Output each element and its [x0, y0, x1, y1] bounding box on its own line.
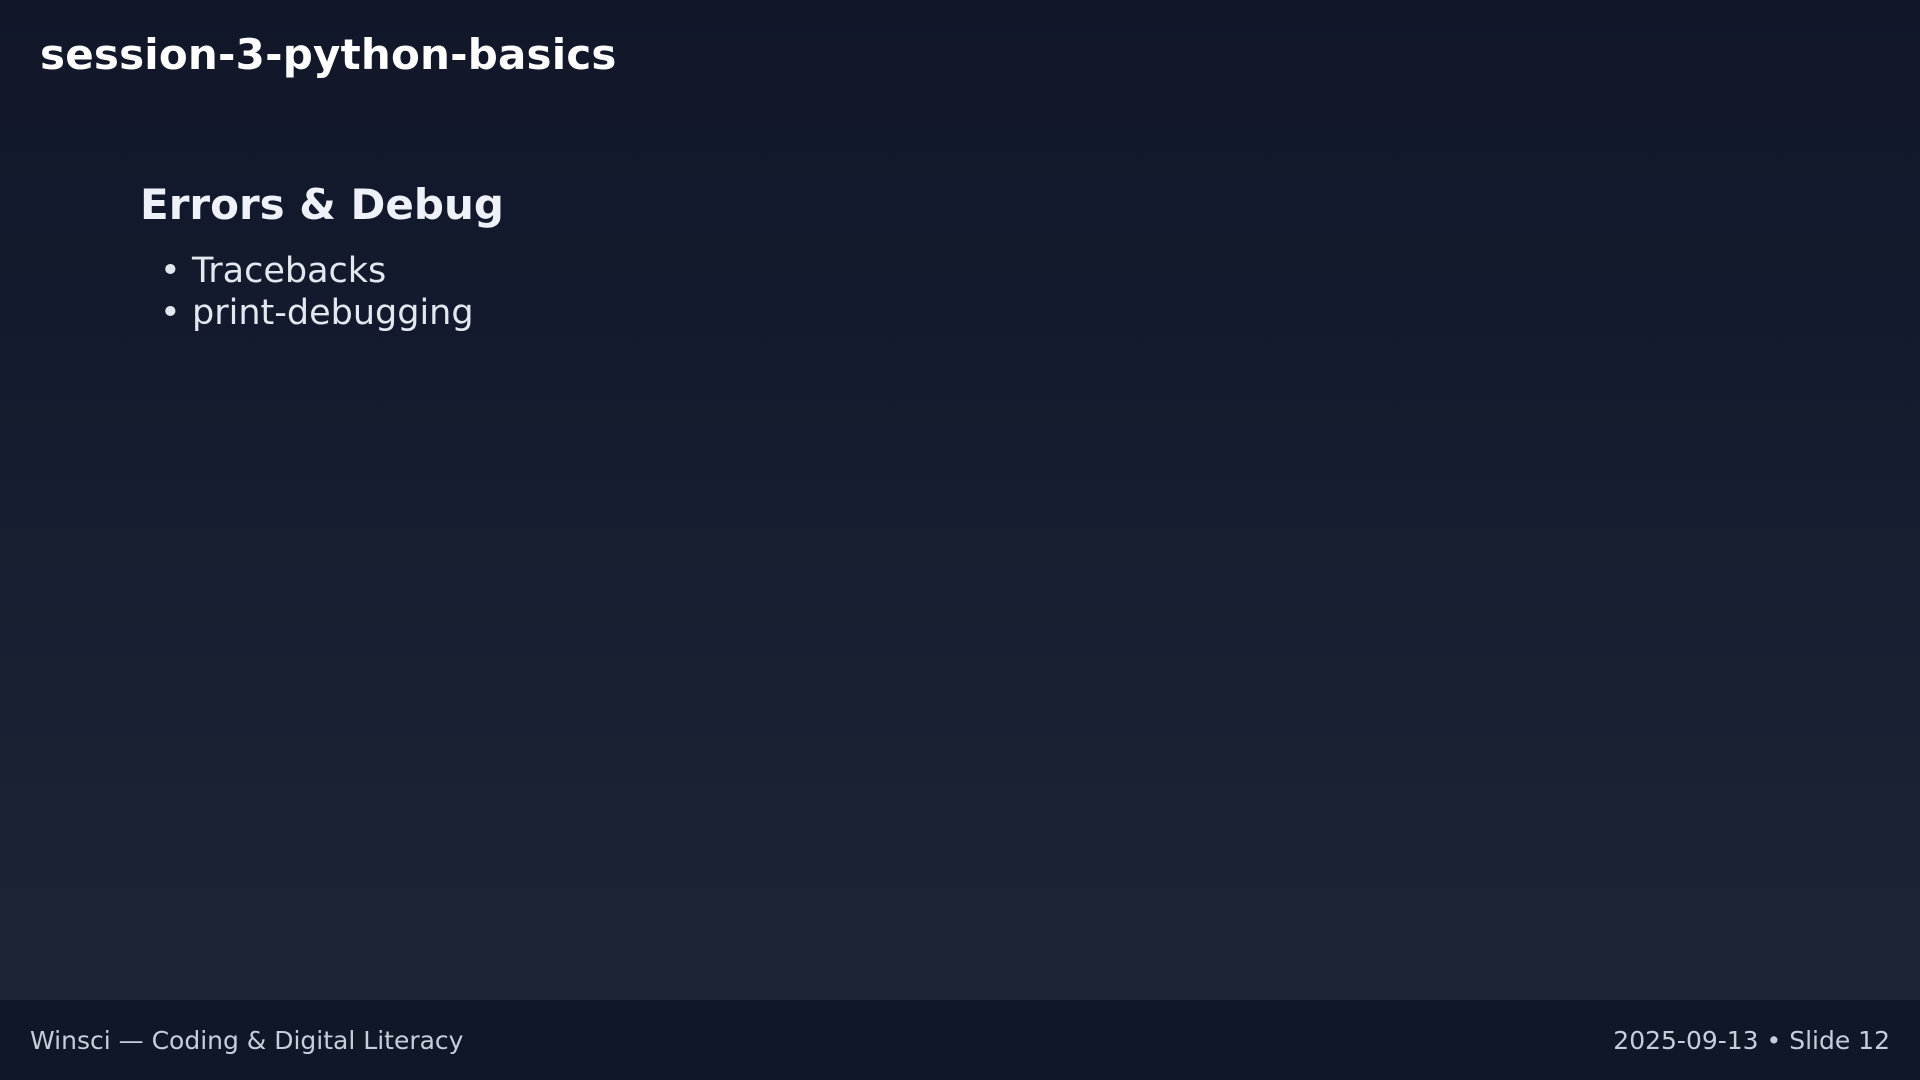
deck-title: session-3-python-basics — [40, 30, 617, 79]
bullet-item: • print-debugging — [160, 292, 1740, 334]
slide-heading: Errors & Debug — [140, 180, 504, 229]
slide-content: Errors & Debug • Tracebacks • print-debugg… — [140, 180, 1740, 334]
footer-course-name: Winsci — Coding & Digital Literacy — [30, 1025, 464, 1055]
bullet-list: • Tracebacks • print-debugging — [140, 250, 1740, 334]
slide-footer: Winsci — Coding & Digital Literacy 2025-… — [0, 1000, 1920, 1080]
bullet-text: print-debugging — [192, 293, 474, 334]
footer-date-slide-number: 2025-09-13 • Slide 12 — [1613, 1025, 1890, 1055]
bullet-text: Tracebacks — [192, 251, 387, 292]
bullet-dot-icon: • — [160, 251, 181, 292]
bullet-dot-icon: • — [160, 293, 181, 334]
bullet-item: • Tracebacks — [160, 250, 1740, 292]
